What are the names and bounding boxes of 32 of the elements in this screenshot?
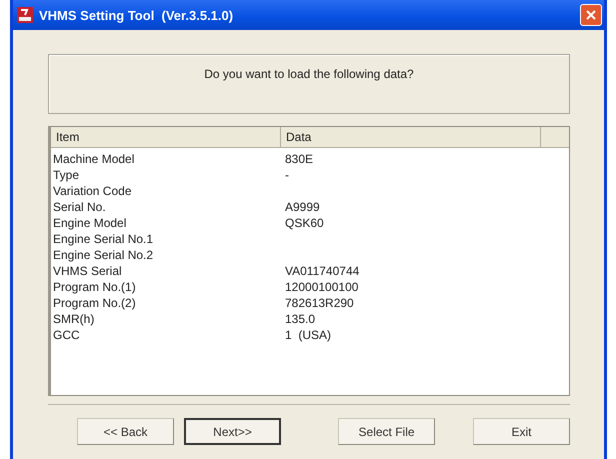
dialog-button[interactable]: Next>> <box>184 418 282 445</box>
close-button[interactable] <box>580 4 602 26</box>
data-cell-text: QSK60 <box>284 216 325 232</box>
item-cell-text: Type <box>52 168 80 184</box>
dialog-button[interactable]: << Back <box>77 418 174 445</box>
app-icon <box>17 7 33 23</box>
item-cell-text: Program No.(2) <box>52 296 137 312</box>
column-header[interactable]: Data <box>281 127 541 147</box>
prompt-text: Do you want to load the following data? <box>204 67 414 81</box>
window-title: VHMS Setting Tool (Ver.3.5.1.0) <box>39 8 234 22</box>
item-cell-text: Variation Code <box>52 184 132 200</box>
item-cell-text: Engine Serial No.1 <box>52 232 154 248</box>
data-cell-text: 1 (USA) <box>284 328 332 344</box>
data-cell-text: VA011740744 <box>284 264 360 280</box>
item-cell-text: Engine Model <box>52 216 128 232</box>
data-cell-text: 12000100100 <box>284 280 360 296</box>
data-cell-text: 135.0 <box>284 312 316 328</box>
close-icon <box>585 9 597 21</box>
data-cell-text: - <box>284 168 290 184</box>
data-cell-text: A9999 <box>284 200 321 216</box>
column-header[interactable]: Item <box>51 127 281 147</box>
item-cell-text: Machine Model <box>52 152 136 168</box>
data-cell-text: 830E <box>284 152 314 168</box>
dialog-button[interactable]: Select File <box>338 418 436 445</box>
data-cell-text: 782613R290 <box>284 296 355 312</box>
item-cell-text: Program No.(1) <box>52 280 137 296</box>
item-cell-text: Serial No. <box>52 200 107 216</box>
item-cell-text: SMR(h) <box>52 312 96 328</box>
item-cell-text: GCC <box>52 328 81 344</box>
item-cell-text: VHMS Serial <box>52 264 123 280</box>
item-cell-text: Engine Serial No.2 <box>52 248 154 264</box>
dialog-button[interactable]: Exit <box>473 418 570 445</box>
